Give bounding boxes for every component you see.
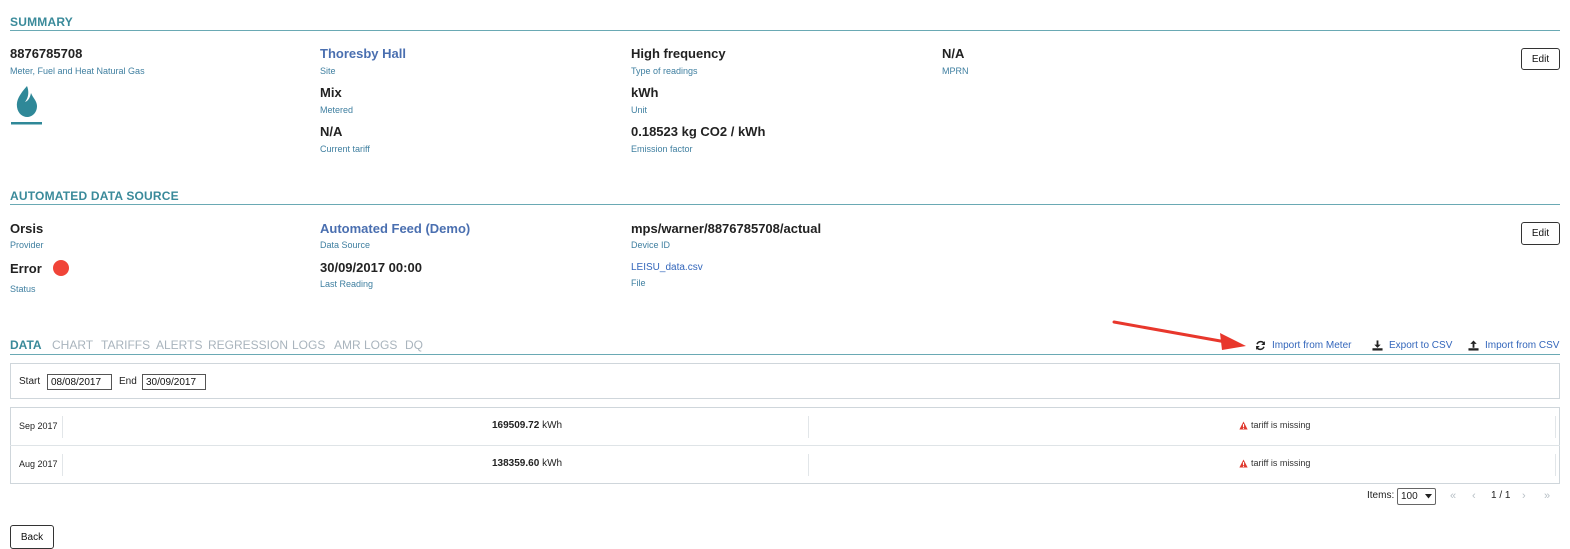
import-from-csv-button[interactable]: Import from CSV: [1468, 340, 1559, 351]
row-amount: 169509.72 kWh: [492, 420, 563, 431]
row-warning: tariff is missing: [1239, 420, 1310, 430]
tab-chart[interactable]: CHART: [52, 338, 93, 352]
start-date-input[interactable]: [47, 374, 112, 390]
import-from-csv-label: Import from CSV: [1485, 340, 1560, 351]
data-source-label: Data Source: [320, 240, 371, 250]
current-tariff-label: Current tariff: [320, 144, 370, 154]
end-label: End: [119, 376, 137, 387]
next-page-icon[interactable]: ›: [1522, 490, 1526, 502]
tab-alerts[interactable]: ALERTS: [156, 338, 202, 352]
prev-page-icon[interactable]: ‹: [1472, 490, 1476, 502]
warning-icon: [1239, 458, 1248, 468]
row-month: Aug 2017: [19, 459, 58, 469]
tab-amr-logs[interactable]: AMR LOGS: [334, 338, 397, 352]
last-reading-label: Last Reading: [320, 279, 374, 289]
tab-dq[interactable]: DQ: [405, 338, 423, 352]
first-page-icon[interactable]: «: [1450, 490, 1456, 502]
unit-value: kWh: [631, 85, 659, 100]
site-label: Site: [320, 66, 336, 76]
current-tariff-value: N/A: [320, 124, 343, 139]
start-label: Start: [19, 376, 41, 387]
upload-icon: [1468, 340, 1479, 351]
table-row[interactable]: Sep 2017 169509.72 kWh tariff is missing: [10, 408, 1560, 446]
row-month: Sep 2017: [19, 421, 58, 431]
status-value: Error: [10, 261, 42, 276]
metered-label: Metered: [320, 105, 354, 115]
page-indicator: 1 / 1: [1491, 490, 1511, 501]
tab-regression[interactable]: REGRESSION: [208, 338, 288, 352]
file-label: File: [631, 278, 646, 288]
items-per-page-label: Items:: [1367, 490, 1395, 501]
summary-edit-button[interactable]: Edit: [1521, 48, 1560, 70]
tab-tariffs[interactable]: TARIFFS: [101, 338, 150, 352]
export-to-csv-label: Export to CSV: [1389, 340, 1453, 351]
annotation-arrow-icon: [1112, 320, 1246, 350]
import-from-meter-button[interactable]: Import from Meter: [1255, 340, 1351, 351]
warning-icon: [1239, 420, 1248, 430]
tab-data[interactable]: DATA: [10, 338, 42, 352]
emission-factor-value: 0.18523 kg CO2 / kWh: [631, 124, 766, 139]
download-icon: [1372, 340, 1383, 351]
import-from-meter-label: Import from Meter: [1272, 340, 1352, 351]
site-link[interactable]: Thoresby Hall: [320, 46, 406, 61]
provider-label: Provider: [10, 240, 44, 250]
readings-type-value: High frequency: [631, 46, 726, 61]
row-warning: tariff is missing: [1239, 458, 1310, 468]
table-row[interactable]: Aug 2017 138359.60 kWh tariff is missing: [10, 446, 1560, 484]
data-source-edit-button[interactable]: Edit: [1521, 222, 1560, 245]
end-date-input[interactable]: [142, 374, 206, 390]
date-filter-panel: Start End: [10, 363, 1560, 399]
dropdown-caret-icon: [1425, 494, 1432, 499]
data-source-title: AUTOMATED DATA SOURCE: [10, 189, 179, 203]
meter-number: 8876785708: [10, 46, 83, 61]
readings-type-label: Type of readings: [631, 66, 698, 76]
mprn-label: MPRN: [942, 66, 969, 76]
device-id-label: Device ID: [631, 240, 671, 250]
last-reading-value: 30/09/2017 00:00: [320, 260, 422, 275]
back-button[interactable]: Back: [10, 525, 54, 549]
export-to-csv-button[interactable]: Export to CSV: [1372, 340, 1452, 351]
summary-divider: [10, 30, 1560, 31]
items-per-page-select[interactable]: 100: [1397, 488, 1436, 505]
file-link[interactable]: LEISU_data.csv: [631, 262, 703, 273]
last-page-icon[interactable]: »: [1544, 490, 1550, 502]
status-error-indicator: [53, 260, 69, 276]
data-source-divider: [10, 204, 1560, 205]
status-label: Status: [10, 284, 36, 294]
device-id-value: mps/warner/8876785708/actual: [631, 221, 822, 236]
tab-logs[interactable]: LOGS: [292, 338, 325, 352]
summary-title: SUMMARY: [10, 15, 73, 29]
provider-value: Orsis: [10, 221, 44, 236]
data-source-link[interactable]: Automated Feed (Demo): [320, 221, 470, 236]
tabs-divider: [10, 354, 1560, 355]
metered-value: Mix: [320, 85, 342, 100]
gas-flame-icon: [10, 84, 44, 131]
mprn-value: N/A: [942, 46, 965, 61]
unit-label: Unit: [631, 105, 648, 115]
meter-type: Meter, Fuel and Heat Natural Gas: [10, 66, 145, 76]
refresh-icon: [1256, 340, 1265, 351]
row-amount: 138359.60 kWh: [492, 458, 563, 469]
emission-factor-label: Emission factor: [631, 144, 693, 154]
